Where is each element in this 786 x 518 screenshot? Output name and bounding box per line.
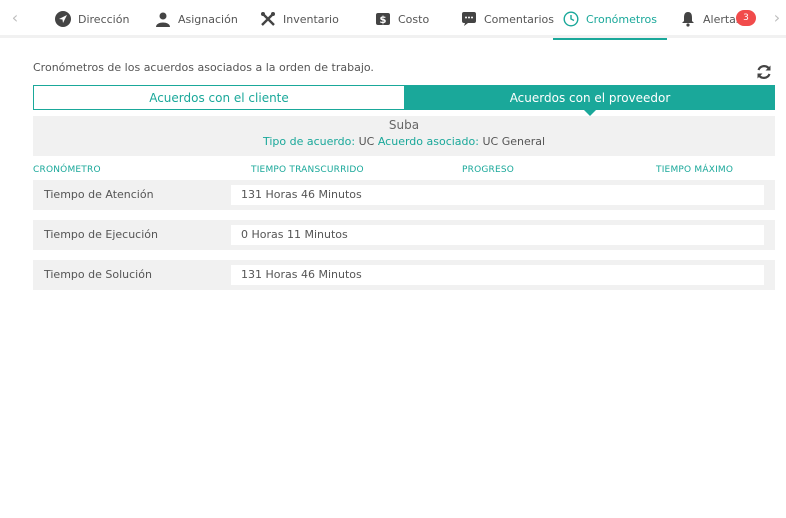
tab-costo[interactable]: $ Costo [375, 0, 429, 38]
elapsed-time-value: 0 Horas 11 Minutos [231, 225, 764, 245]
refresh-icon[interactable] [755, 63, 773, 81]
agreement-info-panel: Suba Tipo de acuerdo: UC Acuerdo asociad… [33, 116, 775, 156]
tab-label: Cronómetros [586, 12, 657, 26]
agreement-name: Suba [388, 118, 420, 132]
tab-asignacion[interactable]: Asignación [155, 0, 238, 38]
tab-inventario[interactable]: Inventario [260, 0, 339, 38]
tools-icon [261, 12, 275, 26]
column-header-elapsed: TIEMPO TRANSCURRIDO [251, 165, 364, 175]
associated-agreement-label: Acuerdo asociado: [377, 135, 479, 148]
tab-direccion[interactable]: Dirección [55, 0, 129, 38]
tab-comentarios[interactable]: Comentarios [461, 0, 554, 38]
provider-agreements-tab[interactable]: Acuerdos con el proveedor [405, 85, 775, 116]
timer-name: Tiempo de Atención [44, 188, 154, 201]
top-navigation: ‹ Dirección Asignación Inventario $ Cost… [0, 0, 786, 40]
agreement-segmented-control: Acuerdos con el cliente Acuerdos con el … [33, 85, 775, 116]
tab-label: Costo [398, 12, 430, 26]
column-header-timer: CRONÓMETRO [33, 165, 101, 175]
chevron-left-icon[interactable]: ‹ [8, 9, 22, 27]
user-icon [156, 12, 170, 27]
table-row: Tiempo de Ejecución 0 Horas 11 Minutos [33, 220, 775, 250]
table-row: Tiempo de Atención 131 Horas 46 Minutos [33, 180, 775, 210]
agreement-type-label: Tipo de acuerdo: [262, 135, 356, 148]
timer-name: Tiempo de Solución [44, 268, 152, 281]
comment-icon [462, 12, 476, 26]
tab-label: Dirección [78, 12, 130, 26]
client-agreements-tab[interactable]: Acuerdos con el cliente [33, 85, 405, 110]
agreement-type-value: UC [358, 135, 375, 148]
column-header-max-time: TIEMPO MÁXIMO [656, 165, 734, 175]
associated-agreement-value: UC General [482, 135, 546, 148]
timers-description: Cronómetros de los acuerdos asociados a … [33, 61, 374, 74]
table-row: Tiempo de Solución 131 Horas 46 Minutos [33, 260, 775, 290]
agreement-details: Tipo de acuerdo: UC Acuerdo asociado: UC… [33, 135, 775, 148]
money-icon: $ [376, 13, 390, 26]
clock-icon [563, 11, 579, 27]
timers-table-header: CRONÓMETRO TIEMPO TRANSCURRIDO PROGRESO … [33, 165, 775, 177]
navigation-arrow-icon [55, 11, 71, 27]
chevron-right-icon[interactable]: › [770, 9, 784, 27]
tab-label: Comentarios [484, 12, 554, 26]
alerts-count-badge: 3 [736, 10, 756, 26]
column-header-progress: PROGRESO [462, 165, 515, 175]
bell-icon [682, 12, 694, 27]
elapsed-time-value: 131 Horas 46 Minutos [231, 265, 764, 285]
tab-label: Inventario [283, 12, 339, 26]
tab-alertas[interactable]: Alertas [680, 0, 742, 38]
timer-name: Tiempo de Ejecución [44, 228, 158, 241]
tab-cronometros[interactable]: Cronómetros [553, 0, 667, 40]
elapsed-time-value: 131 Horas 46 Minutos [231, 185, 764, 205]
svg-text:$: $ [380, 15, 387, 26]
tab-label: Asignación [178, 12, 238, 26]
